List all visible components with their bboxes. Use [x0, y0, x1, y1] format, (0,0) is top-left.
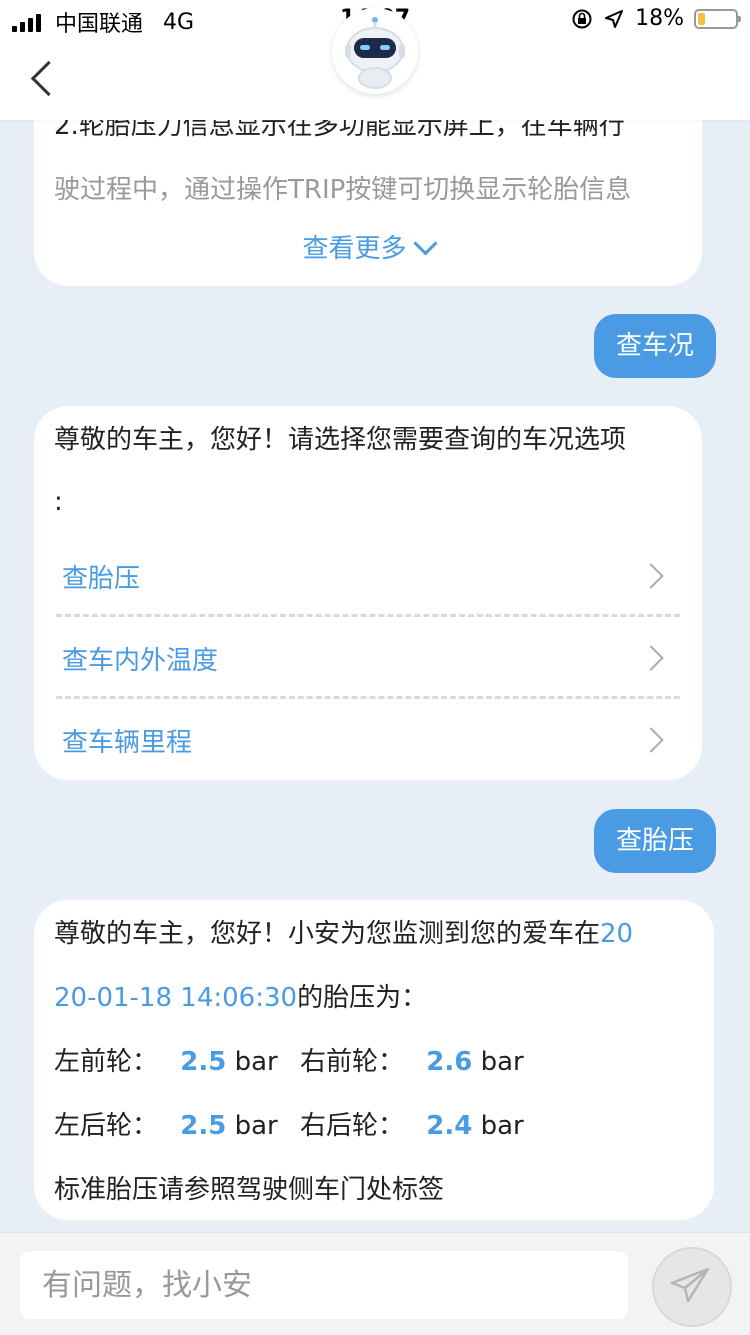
send-button[interactable]: [652, 1247, 732, 1327]
battery-icon: [694, 8, 741, 29]
menu-prompt-colon: :: [54, 487, 63, 517]
bot-message-tire-pressure: 尊敬的车主，您好！小安为您监测到您的爱车在20 20-01-18 14:06:3…: [34, 900, 714, 1220]
message-input[interactable]: [20, 1251, 628, 1319]
tire-datetime: 20-01-18 14:06:30: [54, 983, 298, 1013]
robot-avatar-icon: [332, 8, 418, 94]
tire-intro-suffix: 的胎压为：: [297, 983, 428, 1013]
front-tires-row: 左前轮： 2.5 bar 右前轮： 2.6 bar: [54, 1042, 524, 1082]
option-label: 查车内外温度: [62, 645, 219, 676]
front-left-value: 2.5: [180, 1047, 227, 1077]
rear-right-unit: bar: [480, 1111, 524, 1141]
front-right-unit: bar: [480, 1047, 524, 1077]
bot-message-menu: 尊敬的车主，您好！请选择您需要查询的车况选项 : 查胎压 查车内外温度 查车辆里…: [34, 406, 702, 780]
option-temperature[interactable]: 查车内外温度: [56, 618, 680, 698]
front-left-unit: bar: [234, 1047, 278, 1077]
rear-left-unit: bar: [234, 1111, 278, 1141]
tire-date-start: 20: [600, 919, 634, 949]
message-text: 2.轮胎压力信息显示在多功能显示屏上，在车辆行: [54, 120, 625, 141]
message-text-faded: 驶过程中，通过操作TRIP按键可切换显示轮胎信息: [54, 175, 632, 205]
user-message-car-status: 查车况: [593, 314, 716, 378]
view-more-button[interactable]: 查看更多: [34, 228, 702, 265]
tire-intro-text: 尊敬的车主，您好！小安为您监测到您的爱车在: [54, 919, 601, 949]
divider: [56, 614, 680, 617]
option-mileage[interactable]: 查车辆里程: [56, 700, 680, 780]
tire-intro-line2: 20-01-18 14:06:30的胎压为：: [54, 978, 427, 1018]
input-bar: [0, 1232, 750, 1335]
chat-area[interactable]: 2.轮胎压力信息显示在多功能显示屏上，在车辆行 驶过程中，通过操作TRIP按键可…: [0, 120, 750, 1230]
rear-left-value: 2.5: [180, 1111, 227, 1141]
rotation-lock-icon: [572, 9, 592, 28]
chevron-down-icon: [412, 231, 438, 256]
option-tire-pressure[interactable]: 查胎压: [56, 536, 680, 616]
send-paper-plane-icon: [670, 1267, 710, 1303]
front-right-label: 右前轮：: [300, 1047, 405, 1077]
option-label: 查胎压: [62, 563, 141, 594]
option-label: 查车辆里程: [62, 727, 193, 758]
rear-left-label: 左后轮：: [54, 1111, 159, 1141]
rear-tires-row: 左后轮： 2.5 bar 右后轮： 2.4 bar: [54, 1106, 524, 1146]
user-message-tire-pressure: 查胎压: [593, 809, 716, 873]
divider: [56, 696, 680, 699]
chevron-right-icon: [638, 645, 664, 671]
front-right-value: 2.6: [426, 1047, 473, 1077]
back-chevron-icon[interactable]: [26, 60, 66, 100]
chevron-right-icon: [638, 563, 664, 589]
menu-prompt-text: 尊敬的车主，您好！请选择您需要查询的车况选项: [54, 425, 627, 455]
rear-right-label: 右后轮：: [300, 1111, 405, 1141]
view-more-label: 查看更多: [302, 234, 407, 264]
front-left-label: 左前轮：: [54, 1047, 159, 1077]
bot-message-info: 2.轮胎压力信息显示在多功能显示屏上，在车辆行 驶过程中，通过操作TRIP按键可…: [34, 120, 702, 286]
battery-percent: 18%: [635, 6, 684, 31]
tire-intro-line1: 尊敬的车主，您好！小安为您监测到您的爱车在20: [54, 914, 633, 954]
tire-note: 标准胎压请参照驾驶侧车门处标签: [54, 1175, 445, 1205]
rear-right-value: 2.4: [426, 1111, 473, 1141]
location-arrow-icon: [605, 9, 624, 28]
chevron-right-icon: [638, 727, 664, 753]
